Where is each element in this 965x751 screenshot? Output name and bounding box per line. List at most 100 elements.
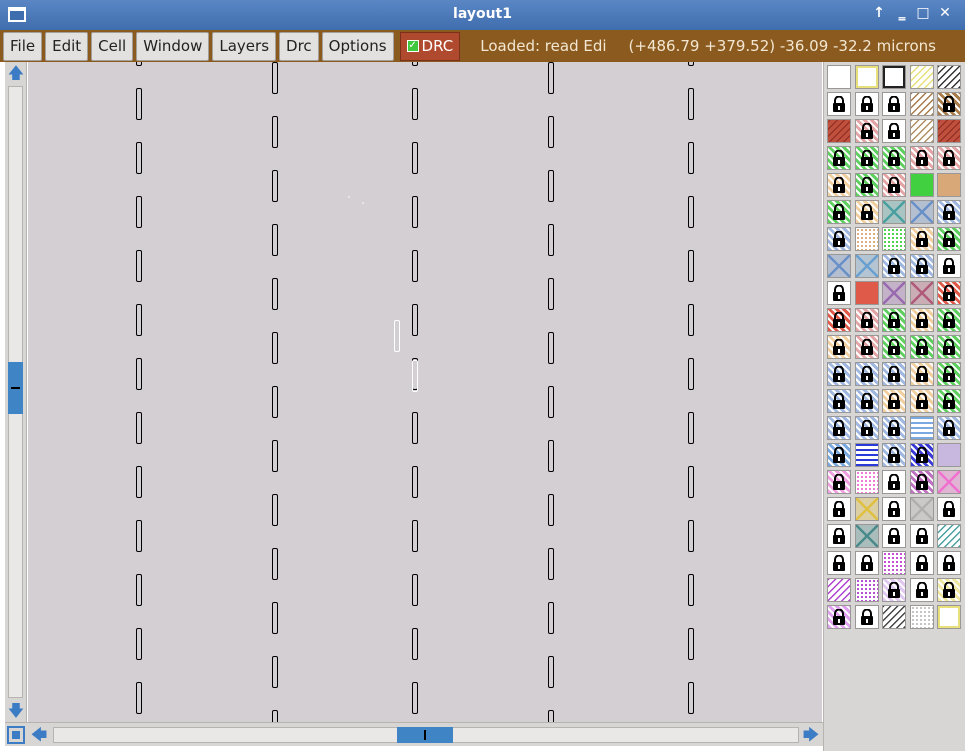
layer-swatch-lock-icon[interactable]	[854, 335, 879, 359]
layout-shape[interactable]	[412, 88, 418, 120]
layer-swatch-lock-icon[interactable]	[937, 416, 961, 440]
layer-swatch-lock-icon[interactable]	[882, 470, 906, 494]
layer-swatch-lock-icon[interactable]	[882, 335, 906, 359]
layout-shape[interactable]	[272, 440, 278, 472]
layer-swatch-lock-icon[interactable]	[937, 200, 961, 224]
zoom-fit-icon[interactable]	[7, 726, 25, 744]
layer-swatch-lock-icon[interactable]	[909, 362, 934, 386]
layer-swatch-lock-icon[interactable]	[854, 308, 879, 332]
layout-shape[interactable]	[688, 466, 694, 498]
layout-shape[interactable]	[548, 116, 554, 148]
layer-swatch-diag-icon[interactable]	[937, 65, 961, 89]
layer-swatch-diag-icon[interactable]	[937, 524, 961, 548]
layout-shape[interactable]	[412, 304, 418, 336]
layer-swatch-lock-icon[interactable]	[827, 146, 851, 170]
vertical-scrollbar[interactable]: 🡅 🡇	[5, 62, 27, 722]
layout-shape[interactable]	[136, 682, 142, 714]
horizontal-scrollbar[interactable]: 🡄 🡆	[5, 722, 827, 746]
layer-swatch-lock-icon[interactable]	[882, 92, 906, 116]
layout-shape[interactable]	[688, 304, 694, 336]
layer-swatch-solid-diag-icon[interactable]	[937, 119, 961, 143]
layer-swatch-lock-icon[interactable]	[882, 173, 906, 197]
layout-shape[interactable]	[548, 602, 554, 634]
layer-swatch-lock-icon[interactable]	[854, 551, 879, 575]
layout-shape[interactable]	[412, 142, 418, 174]
layout-shape[interactable]	[688, 574, 694, 606]
layout-shape[interactable]	[548, 170, 554, 202]
layer-swatch-lock-icon[interactable]	[909, 227, 934, 251]
layer-swatch-lock-icon[interactable]	[909, 524, 934, 548]
layout-shape[interactable]	[412, 682, 418, 714]
layer-swatch-dots-icon[interactable]	[854, 470, 879, 494]
layer-swatch-wave-icon[interactable]	[854, 443, 879, 467]
layout-shape[interactable]	[272, 656, 278, 688]
layer-swatch-lock-icon[interactable]	[909, 443, 934, 467]
layout-shape[interactable]	[548, 332, 554, 364]
layer-swatch-lock-icon[interactable]	[882, 578, 906, 602]
layer-swatch-lock-icon[interactable]	[827, 92, 851, 116]
layout-shape[interactable]	[688, 142, 694, 174]
layer-swatch-lock-icon[interactable]	[827, 173, 851, 197]
layer-swatch-lock-icon[interactable]	[827, 200, 851, 224]
layout-shape[interactable]	[688, 88, 694, 120]
layer-swatch-lock-icon[interactable]	[937, 227, 961, 251]
layer-swatch-cross-icon[interactable]	[882, 200, 906, 224]
horizontal-scroll-thumb[interactable]	[397, 727, 453, 743]
layer-swatch-lock-icon[interactable]	[827, 470, 851, 494]
layout-shape[interactable]	[548, 710, 554, 722]
layer-swatch-lock-icon[interactable]	[854, 146, 879, 170]
menu-drc[interactable]: Drc	[279, 31, 319, 61]
layer-swatch-lock-icon[interactable]	[827, 227, 851, 251]
menu-window[interactable]: Window	[136, 31, 210, 61]
layout-shape[interactable]	[412, 250, 418, 282]
layer-swatch-dots-icon[interactable]	[909, 605, 934, 629]
layer-swatch-diag-icon[interactable]	[882, 605, 906, 629]
layer-swatch-lock-icon[interactable]	[827, 551, 851, 575]
layout-shape[interactable]	[136, 142, 142, 174]
layout-shape[interactable]	[272, 710, 278, 722]
arrow-down-icon[interactable]: 🡇	[6, 700, 26, 722]
layout-shape[interactable]	[136, 62, 142, 66]
layout-shape[interactable]	[272, 548, 278, 580]
layer-swatch-lock-icon[interactable]	[827, 524, 851, 548]
layer-swatch-lock-icon[interactable]	[827, 281, 851, 305]
layer-swatch-lock-icon[interactable]	[937, 146, 961, 170]
layout-shape[interactable]	[412, 628, 418, 660]
layer-swatch-dots-icon[interactable]	[854, 227, 879, 251]
minimize-icon[interactable]: ‗	[893, 5, 911, 21]
layer-swatch-lock-icon[interactable]	[882, 416, 906, 440]
layout-shape[interactable]	[548, 386, 554, 418]
layout-canvas[interactable]	[28, 62, 822, 722]
layer-swatch-lock-icon[interactable]	[827, 605, 851, 629]
layer-swatch-lock-icon[interactable]	[909, 308, 934, 332]
layer-swatch-lock-icon[interactable]	[882, 443, 906, 467]
layer-swatch-lock-icon[interactable]	[909, 335, 934, 359]
selected-layout-shape[interactable]	[394, 320, 400, 352]
layer-swatch-lock-icon[interactable]	[937, 92, 961, 116]
layer-swatch-lock-icon[interactable]	[909, 551, 934, 575]
layer-swatch-lock-icon[interactable]	[827, 362, 851, 386]
layer-swatch-lock-icon[interactable]	[909, 578, 934, 602]
layout-shape[interactable]	[548, 548, 554, 580]
layer-swatch-lock-icon[interactable]	[854, 200, 879, 224]
layer-swatch-dots-icon[interactable]	[827, 65, 851, 89]
layout-shape[interactable]	[688, 62, 694, 66]
layer-swatch-cross-icon[interactable]	[937, 470, 961, 494]
layer-swatch-lock-icon[interactable]	[882, 362, 906, 386]
layer-swatch-cross-icon[interactable]	[909, 200, 934, 224]
layout-shape[interactable]	[136, 250, 142, 282]
layout-shape[interactable]	[272, 62, 278, 94]
layout-shape[interactable]	[548, 656, 554, 688]
layer-swatch-lock-icon[interactable]	[882, 389, 906, 413]
layer-swatch-diag-icon[interactable]	[827, 578, 851, 602]
layer-swatch-cross-icon[interactable]	[909, 497, 934, 521]
layer-swatch-lock-icon[interactable]	[854, 92, 879, 116]
layout-shape[interactable]	[136, 574, 142, 606]
layer-swatch-lock-icon[interactable]	[882, 119, 906, 143]
layer-swatch-lock-icon[interactable]	[827, 389, 851, 413]
layout-shape[interactable]	[136, 466, 142, 498]
menu-layers[interactable]: Layers	[212, 31, 277, 61]
layout-shape[interactable]	[412, 196, 418, 228]
layer-swatch-outline-icon[interactable]	[882, 65, 906, 89]
layer-swatch-lock-icon[interactable]	[854, 173, 879, 197]
